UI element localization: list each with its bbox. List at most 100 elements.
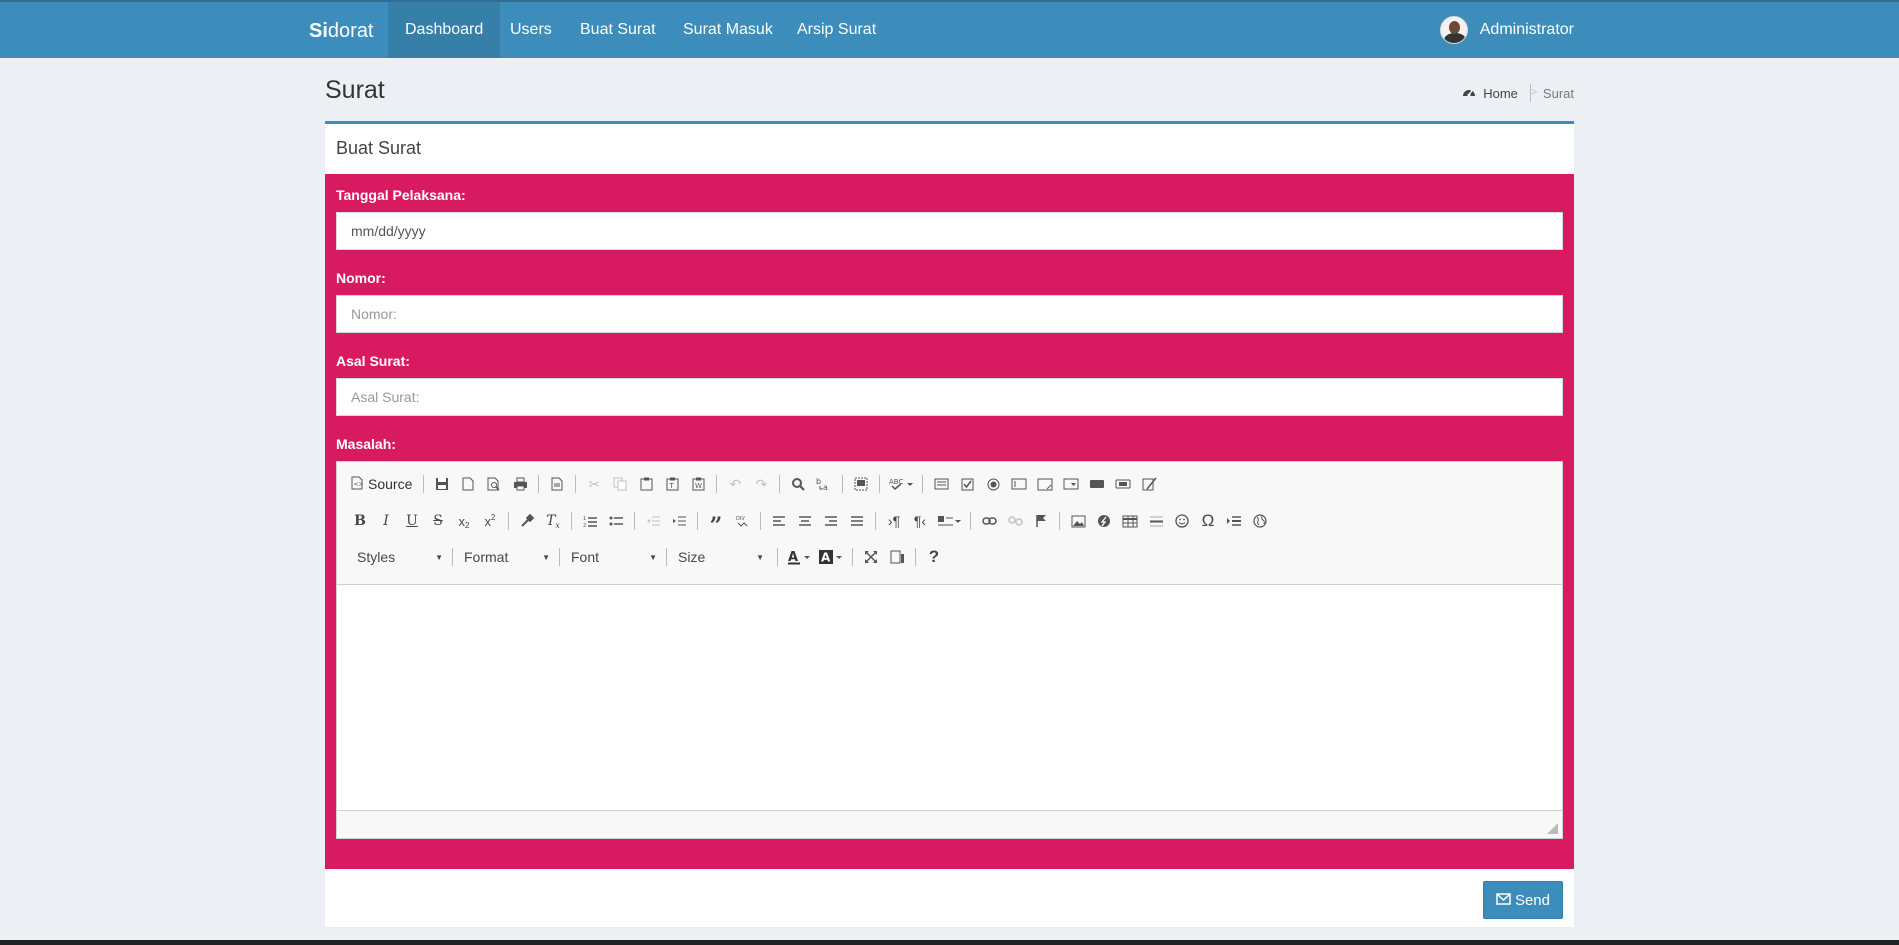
paste-word-icon[interactable]: W — [685, 472, 711, 496]
svg-text:T: T — [668, 482, 674, 490]
select-icon[interactable] — [1058, 472, 1084, 496]
text-rtl-icon[interactable]: ¶‹ — [907, 509, 933, 533]
underline-icon[interactable]: U — [399, 509, 425, 533]
maximize-icon[interactable] — [858, 545, 884, 569]
select-all-icon[interactable] — [848, 472, 874, 496]
chevron-down-icon: ▼ — [435, 552, 443, 562]
italic-icon[interactable]: I — [373, 509, 399, 533]
source-button[interactable]: <> Source — [347, 472, 418, 496]
svg-text:A: A — [821, 550, 831, 564]
strike-icon[interactable]: S — [425, 509, 451, 533]
paste-icon[interactable] — [633, 472, 659, 496]
tanggal-date-input[interactable] — [336, 212, 1563, 250]
asal-surat-input[interactable] — [336, 378, 1563, 416]
background-color-icon[interactable]: A — [815, 545, 847, 569]
subscript-icon[interactable]: x2 — [451, 509, 477, 533]
copy-format-icon[interactable] — [514, 509, 540, 533]
blockquote-icon[interactable]: ” — [703, 509, 729, 539]
nav-arsip-surat[interactable]: Arsip Surat — [780, 2, 893, 58]
checkbox-icon[interactable] — [954, 472, 980, 496]
breadcrumb-home[interactable]: Home — [1483, 86, 1518, 101]
cut-icon[interactable]: ✂ — [581, 472, 607, 496]
size-dropdown[interactable]: Size ▼ — [668, 545, 772, 569]
editor-footer — [337, 810, 1562, 838]
save-icon[interactable] — [429, 472, 455, 496]
outdent-icon[interactable] — [640, 509, 666, 533]
undo-icon[interactable]: ↶ — [722, 472, 748, 496]
indent-icon[interactable] — [666, 509, 692, 533]
bulleted-list-icon[interactable] — [603, 509, 629, 533]
paste-text-icon[interactable]: T — [659, 472, 685, 496]
text-color-icon[interactable]: A — [783, 545, 815, 569]
breadcrumb: Home > Surat — [1462, 84, 1574, 102]
new-page-icon[interactable] — [455, 472, 481, 496]
unlink-icon[interactable] — [1002, 509, 1028, 533]
align-center-icon[interactable] — [792, 509, 818, 533]
toolbar-row-2: B I U S x2 x2 Tx 12 ” DIV ›¶ ¶‹ Ω — [347, 507, 1273, 539]
div-container-icon[interactable]: DIV — [729, 509, 755, 533]
nomor-input[interactable] — [336, 295, 1563, 333]
window-bottom-edge — [0, 940, 1899, 945]
copy-icon[interactable] — [607, 472, 633, 496]
replace-icon[interactable]: ba — [811, 472, 837, 496]
format-dropdown[interactable]: Format ▼ — [454, 545, 558, 569]
templates-icon[interactable] — [544, 472, 570, 496]
anchor-flag-icon[interactable] — [1028, 509, 1054, 533]
nav-dashboard[interactable]: Dashboard — [388, 2, 501, 58]
page-break-icon[interactable] — [1221, 509, 1247, 533]
show-blocks-icon[interactable] — [884, 545, 910, 569]
special-char-icon[interactable]: Ω — [1195, 509, 1221, 533]
nomor-label: Nomor: — [336, 270, 386, 286]
svg-text:2: 2 — [583, 523, 586, 528]
nav-buat-surat[interactable]: Buat Surat — [563, 2, 673, 58]
link-icon[interactable] — [976, 509, 1002, 533]
preview-icon[interactable] — [481, 472, 507, 496]
nav-users[interactable]: Users — [493, 2, 569, 58]
form-icon[interactable] — [928, 472, 954, 496]
brand-logo[interactable]: Sidorat — [309, 4, 374, 58]
horizontal-rule-icon[interactable] — [1143, 509, 1169, 533]
redo-icon[interactable]: ↷ — [748, 472, 774, 496]
align-left-icon[interactable] — [766, 509, 792, 533]
help-icon[interactable]: ? — [921, 545, 947, 569]
resize-handle-icon[interactable] — [1547, 823, 1558, 834]
dashboard-icon — [1462, 86, 1476, 101]
align-right-icon[interactable] — [818, 509, 844, 533]
language-icon[interactable] — [933, 509, 965, 533]
chevron-down-icon: ▼ — [649, 552, 657, 562]
image-icon[interactable] — [1065, 509, 1091, 533]
print-icon[interactable] — [507, 472, 533, 496]
spellcheck-icon[interactable]: ABC — [885, 472, 917, 496]
top-navbar: Sidorat Dashboard Users Buat Surat Surat… — [0, 0, 1899, 58]
bold-icon[interactable]: B — [347, 509, 373, 533]
user-menu[interactable]: Administrator — [1439, 2, 1574, 58]
justify-icon[interactable] — [844, 509, 870, 533]
button-icon[interactable] — [1084, 472, 1110, 496]
svg-text:a: a — [823, 483, 828, 491]
source-label: Source — [368, 476, 413, 492]
compose-box: Buat Surat Tanggal Pelaksana: Nomor: Asa… — [325, 121, 1574, 927]
smiley-icon[interactable] — [1169, 509, 1195, 533]
box-title: Buat Surat — [336, 138, 422, 158]
image-button-icon[interactable] — [1110, 472, 1136, 496]
table-icon[interactable] — [1117, 509, 1143, 533]
radio-icon[interactable] — [980, 472, 1006, 496]
styles-dropdown[interactable]: Styles ▼ — [347, 545, 451, 569]
nav-surat-masuk[interactable]: Surat Masuk — [666, 2, 790, 58]
editor-content-area[interactable] — [337, 586, 1562, 810]
flash-icon[interactable] — [1091, 509, 1117, 533]
chevron-down-icon: ▼ — [542, 552, 550, 562]
toolbar-row-3: Styles ▼ Format ▼ Font ▼ Size ▼ A A ? — [347, 543, 947, 571]
textarea-icon[interactable] — [1032, 472, 1058, 496]
text-field-icon[interactable] — [1006, 472, 1032, 496]
font-dropdown[interactable]: Font ▼ — [561, 545, 665, 569]
find-icon[interactable] — [785, 472, 811, 496]
text-ltr-icon[interactable]: ›¶ — [881, 509, 907, 533]
superscript-icon[interactable]: x2 — [477, 509, 503, 533]
hidden-field-icon[interactable] — [1136, 472, 1162, 496]
compose-form: Tanggal Pelaksana: Nomor: Asal Surat: Ma… — [325, 174, 1574, 869]
send-button[interactable]: Send — [1482, 881, 1563, 919]
numbered-list-icon[interactable]: 12 — [577, 509, 603, 533]
iframe-globe-icon[interactable] — [1247, 509, 1273, 533]
remove-format-icon[interactable]: Tx — [540, 509, 566, 533]
